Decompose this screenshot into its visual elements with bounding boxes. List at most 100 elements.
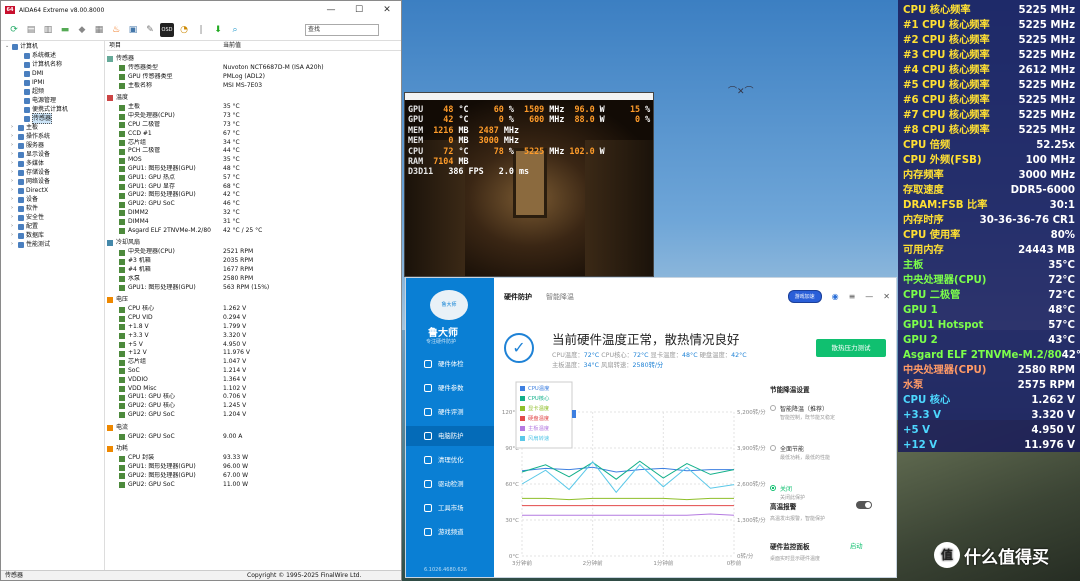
nav-item[interactable]: 硬件参数: [406, 378, 494, 398]
sensor-row[interactable]: CPU 核心 1.262 V: [107, 305, 401, 314]
sensor-row[interactable]: CCD #1 67 °C: [107, 130, 401, 139]
cooling-option-radio[interactable]: [770, 405, 776, 411]
osd-icon[interactable]: OSD: [160, 22, 174, 37]
tree-item[interactable]: › 存储设备: [1, 168, 104, 177]
sensor-row[interactable]: 中央处理器(CPU) 73 °C: [107, 112, 401, 121]
tree-item[interactable]: › DirectX: [1, 186, 104, 195]
tree-item[interactable]: 便携式计算机: [1, 105, 104, 114]
expand-icon[interactable]: ›: [11, 204, 16, 213]
expand-icon[interactable]: ⌄: [5, 42, 10, 51]
tree-item[interactable]: › 安全性: [1, 213, 104, 222]
legend-label[interactable]: 显卡温度: [528, 404, 550, 412]
sensor-row[interactable]: DIMM4 31 °C: [107, 218, 401, 227]
expand-icon[interactable]: ›: [11, 195, 16, 204]
tab-hardware-protection[interactable]: 硬件防护: [504, 292, 532, 302]
nav-item[interactable]: 清理优化: [406, 450, 494, 470]
sensor-row[interactable]: GPU1: GPU 核心 0.706 V: [107, 393, 401, 402]
expand-icon[interactable]: ›: [11, 159, 16, 168]
sensor-row[interactable]: 主板 35 °C: [107, 103, 401, 112]
expand-icon[interactable]: ›: [11, 132, 16, 141]
tools-icon[interactable]: ✎: [143, 23, 157, 37]
legend-scroll-handle[interactable]: [572, 410, 576, 418]
document-icon[interactable]: ▣: [126, 23, 140, 37]
nav-item[interactable]: 工具市场: [406, 498, 494, 518]
close-button[interactable]: ✕: [373, 5, 401, 15]
sensor-row[interactable]: 传感器类型 Nuvoton NCT6687D-M (ISA A20h): [107, 64, 401, 73]
minimize-button[interactable]: —: [865, 292, 873, 301]
sensor-row[interactable]: Asgard ELF 2TNVMe-M.2/80 42 °C / 25 °C: [107, 227, 401, 236]
network-icon[interactable]: ◆: [75, 23, 89, 37]
sensor-row[interactable]: 主板名称 MSI MS-7E03: [107, 82, 401, 91]
nav-item[interactable]: 电脑防护: [406, 426, 494, 446]
sensor-row[interactable]: 水泵 2580 RPM: [107, 275, 401, 284]
sensor-row[interactable]: GPU2: GPU SoC 1.204 V: [107, 411, 401, 420]
sensor-row[interactable]: CPU 封装 93.33 W: [107, 454, 401, 463]
nav-item[interactable]: 硬件评测: [406, 402, 494, 422]
cooling-option-radio[interactable]: [770, 485, 776, 491]
column-item-header[interactable]: 项目: [107, 41, 223, 50]
legend-label[interactable]: 风扇转速: [528, 434, 550, 442]
tree-item[interactable]: › 软件: [1, 204, 104, 213]
memory-icon[interactable]: ▬: [58, 23, 72, 37]
expand-icon[interactable]: ›: [11, 168, 16, 177]
sensor-row[interactable]: +1.8 V 1.799 V: [107, 323, 401, 332]
refresh-icon[interactable]: ⟳: [7, 23, 21, 37]
clipboard-icon[interactable]: ▥: [41, 23, 55, 37]
sensor-row[interactable]: 芯片组 34 °C: [107, 139, 401, 148]
hardware-monitor-start[interactable]: 启动: [850, 541, 863, 550]
tree-item[interactable]: 电源管理: [1, 96, 104, 105]
chip-icon[interactable]: ▦: [92, 23, 106, 37]
tree-item[interactable]: › 数据库: [1, 231, 104, 240]
expand-icon[interactable]: ›: [11, 240, 16, 249]
expand-icon[interactable]: ›: [11, 123, 16, 132]
sensor-row[interactable]: CPU 二极管 73 °C: [107, 121, 401, 130]
sensor-row[interactable]: VDDIO 1.364 V: [107, 376, 401, 385]
expand-icon[interactable]: ›: [11, 186, 16, 195]
download-icon[interactable]: ⬇: [211, 23, 225, 37]
sensor-row[interactable]: GPU1: 图形处理器(GPU) 48 °C: [107, 165, 401, 174]
tree-item[interactable]: 传感器: [1, 113, 104, 124]
tree-item[interactable]: › 服务器: [1, 141, 104, 150]
flame-icon[interactable]: ♨: [109, 23, 123, 37]
cooling-option[interactable]: 全面节能 最低功耗，最低的性能: [780, 444, 830, 461]
tree-item[interactable]: IPMI: [1, 78, 104, 87]
legend-label[interactable]: 硬盘温度: [528, 414, 550, 422]
high-temp-alarm-toggle[interactable]: [856, 501, 872, 509]
cooling-option[interactable]: 关闭 关闭此保护: [780, 484, 805, 501]
sensor-row[interactable]: GPU2: 图形处理器(GPU) 67.00 W: [107, 472, 401, 481]
expand-icon[interactable]: ›: [11, 177, 16, 186]
tree-item[interactable]: ⌄ 计算机: [1, 42, 104, 51]
sensor-row[interactable]: +3.3 V 3.320 V: [107, 332, 401, 341]
tree-item[interactable]: 超频: [1, 87, 104, 96]
sensor-row[interactable]: CPU VID 0.294 V: [107, 314, 401, 323]
sensor-row[interactable]: GPU2: GPU 核心 1.245 V: [107, 402, 401, 411]
user-icon[interactable]: ◉: [832, 292, 839, 301]
tree-item[interactable]: › 显示设备: [1, 150, 104, 159]
legend-label[interactable]: CPU温度: [528, 384, 550, 392]
game-boost-badge[interactable]: 游戏加速: [787, 290, 822, 303]
sensor-row[interactable]: GPU2: GPU SoC 9.00 A: [107, 433, 401, 442]
sensor-row[interactable]: SoC 1.214 V: [107, 367, 401, 376]
tree-item[interactable]: 系统概述: [1, 51, 104, 60]
game-window[interactable]: GPU 48 °C 60 % 1509 MHz 96.0 W 15 % GPU 4…: [404, 92, 654, 277]
menu-icon[interactable]: ≡: [849, 292, 856, 301]
stress-test-button[interactable]: 散热压力测试: [816, 339, 886, 357]
sensor-row[interactable]: 芯片组 1.047 V: [107, 358, 401, 367]
tree-item[interactable]: › 性能测试: [1, 240, 104, 249]
column-value-header[interactable]: 当前值: [223, 41, 241, 50]
search-input[interactable]: 查找: [305, 23, 379, 36]
legend-label[interactable]: CPU核心: [528, 394, 550, 402]
tree-item[interactable]: › 网络设备: [1, 177, 104, 186]
expand-icon[interactable]: ›: [11, 150, 16, 159]
tree-item[interactable]: › 多媒体: [1, 159, 104, 168]
nav-item[interactable]: 游戏频道: [406, 522, 494, 542]
sensor-row[interactable]: +5 V 4.950 V: [107, 341, 401, 350]
sensor-row[interactable]: #4 机箱 1677 RPM: [107, 266, 401, 275]
sensor-row[interactable]: #3 机箱 2035 RPM: [107, 257, 401, 266]
nav-item[interactable]: 硬件体检: [406, 354, 494, 374]
cooling-option-radio[interactable]: [770, 445, 776, 451]
sensor-row[interactable]: 中央处理器(CPU) 2521 RPM: [107, 248, 401, 257]
sensor-row[interactable]: GPU2: GPU SoC 11.00 W: [107, 481, 401, 490]
expand-icon[interactable]: ›: [11, 213, 16, 222]
tab-smart-cooling[interactable]: 智能降温: [546, 292, 574, 302]
